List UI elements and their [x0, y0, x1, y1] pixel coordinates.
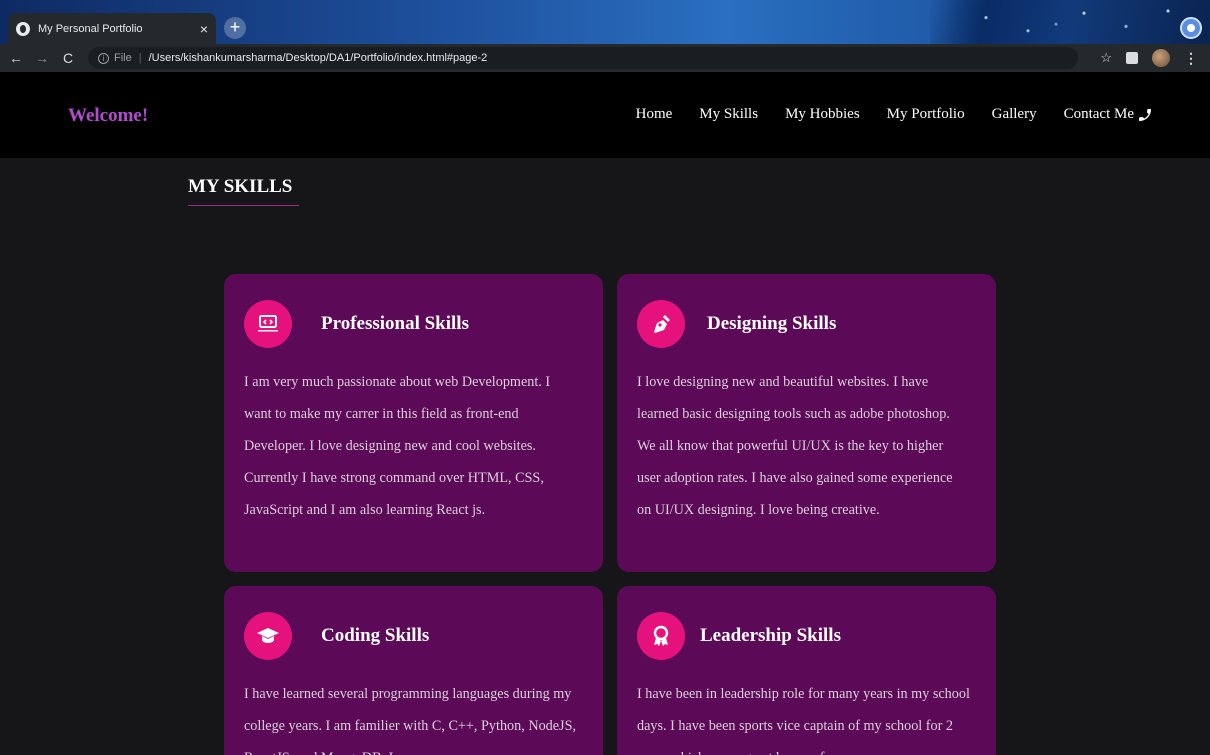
brand-title[interactable]: Welcome! [68, 105, 148, 127]
pen-nib-icon [637, 300, 685, 348]
browser-menu-icon[interactable]: ⋮ [1184, 50, 1198, 67]
address-bar[interactable]: i File | /Users/kishankumarsharma/Deskto… [88, 47, 1078, 69]
info-icon[interactable]: i [98, 52, 109, 64]
card-text: I have learned several programming langu… [244, 686, 577, 755]
extensions-icon[interactable] [1126, 52, 1138, 64]
section-title: MY SKILLS [188, 176, 293, 197]
nav-contact-label: Contact Me [1063, 106, 1134, 122]
forward-button[interactable]: → [32, 50, 52, 66]
bookmark-star-icon[interactable]: ☆ [1100, 50, 1112, 66]
globe-icon [16, 21, 30, 36]
graduation-cap-icon [244, 612, 292, 660]
browser-profile-icon[interactable] [1180, 17, 1202, 39]
phone-icon [1139, 108, 1151, 121]
url-text[interactable]: /Users/kishankumarsharma/Desktop/DA1/Por… [149, 52, 488, 64]
award-icon [637, 612, 685, 660]
nav-gallery[interactable]: Gallery [992, 106, 1037, 123]
main-nav: Home My Skills My Hobbies My Portfolio G… [636, 106, 1153, 123]
card-title: Leadership Skills [700, 625, 841, 646]
browser-tab-strip: My Personal Portfolio × + [0, 0, 1210, 44]
url-scheme: File [114, 52, 132, 64]
nav-home[interactable]: Home [636, 106, 673, 123]
card-title: Professional Skills [321, 313, 469, 334]
reload-button[interactable]: C [58, 50, 78, 66]
nav-my-hobbies[interactable]: My Hobbies [785, 106, 860, 123]
profile-avatar[interactable] [1152, 49, 1170, 67]
card-text: I am very much passionate about web Deve… [244, 374, 551, 518]
card-coding-skills: Coding Skills I have learned several pro… [224, 586, 603, 755]
nav-contact-me[interactable]: Contact Me [1064, 106, 1153, 123]
card-title: Designing Skills [707, 313, 837, 334]
tab-close-icon[interactable]: × [200, 21, 208, 37]
section-title-underline [188, 205, 299, 206]
card-title: Coding Skills [321, 625, 430, 646]
new-tab-button[interactable]: + [224, 17, 246, 39]
tab-title: My Personal Portfolio [38, 22, 143, 35]
nav-my-skills[interactable]: My Skills [699, 106, 758, 123]
url-separator: | [138, 52, 142, 64]
browser-toolbar: ← → C i File | /Users/kishankumarsharma/… [0, 44, 1210, 72]
card-text: I love designing new and beautiful websi… [637, 374, 953, 518]
browser-tab[interactable]: My Personal Portfolio × [8, 13, 216, 44]
card-text: I have been in leadership role for many … [637, 686, 970, 755]
site-header: Welcome! Home My Skills My Hobbies My Po… [0, 72, 1210, 158]
laptop-code-icon [244, 300, 292, 348]
browser-theme-decoration [930, 0, 1210, 44]
card-leadership-skills: Leadership Skills I have been in leaders… [617, 586, 996, 755]
nav-my-portfolio[interactable]: My Portfolio [887, 106, 965, 123]
back-button[interactable]: ← [6, 50, 26, 66]
card-professional-skills: Professional Skills I am very much passi… [224, 274, 603, 572]
card-designing-skills: Designing Skills I love designing new an… [617, 274, 996, 572]
